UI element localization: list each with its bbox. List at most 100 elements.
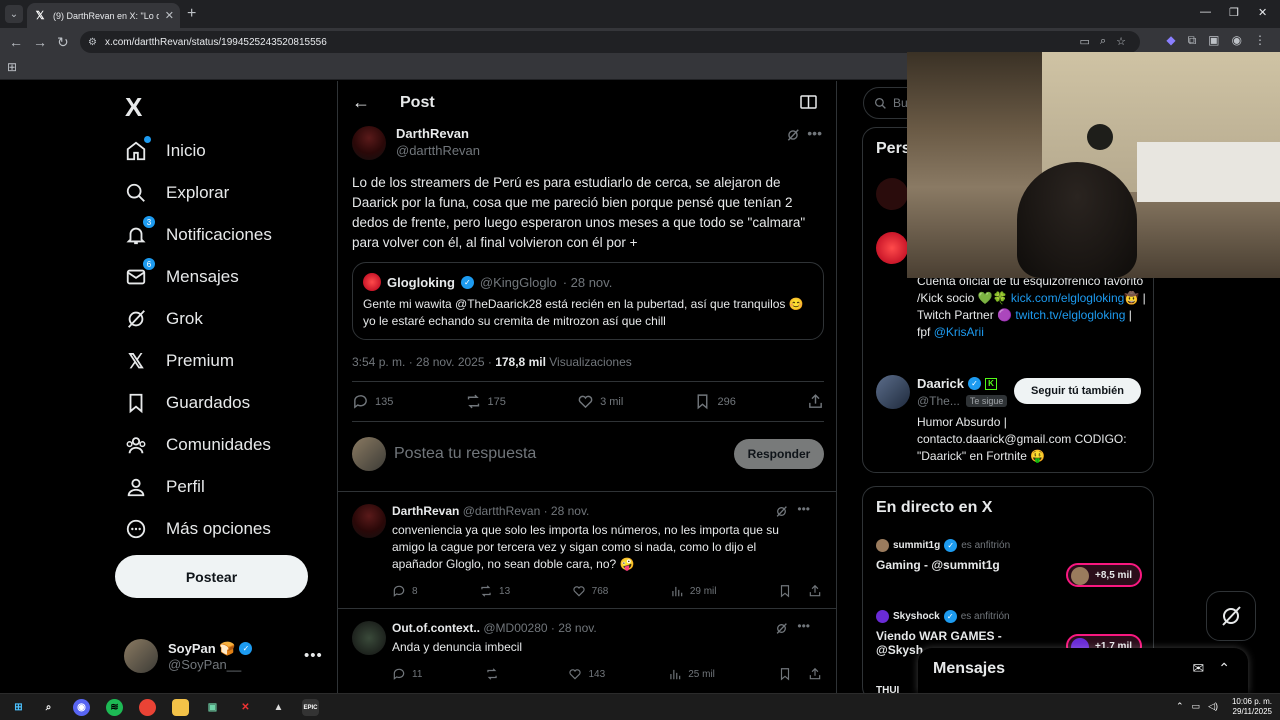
discord-icon[interactable]: ◉ [73,699,90,716]
site-info-icon[interactable]: ⚙ [88,37,97,48]
close-window-icon[interactable]: ✕ [1258,6,1267,19]
restore-icon[interactable]: ❐ [1229,6,1239,19]
app-icon[interactable]: ▲ [270,699,287,716]
sidebar-item-explorar[interactable]: Explorar [124,181,229,205]
epic-games-icon[interactable]: EPIC [302,699,319,716]
bio-link[interactable]: twitch.tv/elglogloking [1015,308,1125,322]
sidebar-item-mensajes[interactable]: 6 Mensajes [124,258,239,289]
follow-back-button[interactable]: Seguir tú también [1014,378,1141,404]
new-tab-button[interactable]: + [187,5,196,23]
sidebar-item-perfil[interactable]: Perfil [124,475,205,499]
post-button[interactable]: Postear [115,555,308,598]
bookmark-button[interactable]: 296 [694,393,736,410]
cast-icon[interactable]: ▭ [1080,35,1090,48]
repost-button[interactable]: 13 [479,584,510,598]
kebab-menu-icon[interactable]: ⋮ [1254,33,1266,48]
sidebar-icon[interactable]: ▣ [1208,33,1219,48]
live-listener-pill[interactable]: +8,5 mil [1066,563,1142,587]
reply-post[interactable]: DarthRevan @dartthRevan · 28 nov. ••• co… [352,502,824,604]
extension-icon[interactable]: ◆ [1166,33,1175,48]
more-options-icon[interactable]: ••• [807,125,822,141]
views-button[interactable]: 25 mil [668,667,715,681]
tab-close-icon[interactable]: ✕ [165,9,174,22]
avatar[interactable] [876,375,910,409]
search-icon[interactable]: ⌕ [40,699,57,716]
reply-submit-button[interactable]: Responder [734,439,824,469]
sidebar-item-notificaciones[interactable]: 3 Notificaciones [124,216,272,247]
like-button[interactable]: 768 [572,584,608,598]
os-taskbar: ⊞ ⌕ ◉ ≋ ▣ ✕ ▲ EPIC ⌃ ▭ ◁) 10:06 p. m. 29… [0,693,1280,720]
reply-post[interactable]: Out.of.context.. @MD00280 · 28 nov. ••• … [352,619,824,693]
sidebar-item-grok[interactable]: Grok [124,307,203,331]
repost-button[interactable] [485,667,505,681]
profile-icon[interactable]: ◉ [1232,33,1242,48]
grok-explain-icon[interactable] [786,128,800,142]
like-button[interactable]: 3 mil [577,393,623,410]
chrome-icon[interactable] [139,699,156,716]
reply-button[interactable]: 135 [352,393,393,410]
bio-link[interactable]: kick.com/elglogloking [1011,291,1124,305]
avatar[interactable] [876,232,908,264]
puzzle-icon[interactable]: ⧉ [1188,33,1197,48]
grok-explain-icon[interactable] [775,505,788,518]
more-options-icon[interactable]: ••• [797,502,810,516]
avatar[interactable] [352,621,386,655]
messages-drawer[interactable]: Mensajes ✉ ⌃ [918,648,1248,693]
reply-button[interactable]: 11 [392,667,422,681]
like-button[interactable]: 143 [568,667,605,681]
views-button[interactable]: 29 mil [670,584,717,598]
volume-icon[interactable]: ◁) [1208,701,1218,712]
bookmark-star-icon[interactable]: ☆ [1116,35,1126,48]
sidebar-item-inicio[interactable]: Inicio [124,136,206,163]
live-item[interactable]: summit1g ✓ es anfitrión Gaming - @summit… [876,539,1146,587]
spotify-icon[interactable]: ≋ [106,699,123,716]
reader-mode-icon[interactable] [800,95,817,109]
reply-button[interactable]: 8 [392,584,418,598]
reload-icon[interactable]: ↻ [57,34,69,51]
account-switcher[interactable]: SoyPan 🍞 ✓ @SoyPan__ [124,639,324,673]
system-clock[interactable]: 10:06 p. m. 29/11/2025 [1232,697,1272,717]
sidebar-item-premium[interactable]: 𝕏 Premium [124,349,234,373]
new-message-icon[interactable]: ✉ [1193,660,1205,677]
minimize-icon[interactable]: — [1200,6,1211,18]
apps-grid-icon[interactable]: ⊞ [7,60,17,74]
quote-author-handle: @KingGloglo [479,274,557,290]
browser-tab[interactable]: 𝕏 (9) DarthRevan en X: "Lo de los ✕ [27,3,180,28]
x-logo-icon[interactable]: X [125,92,142,123]
zoom-icon[interactable]: ⌕ [1100,35,1106,48]
share-icon [809,667,821,680]
avatar[interactable] [876,178,908,210]
account-more-icon[interactable]: ••• [304,647,323,664]
tab-search-icon[interactable]: ⌄ [5,5,23,23]
sidebar-item-comunidades[interactable]: Comunidades [124,433,271,457]
communities-icon [124,433,148,457]
grok-floating-button[interactable] [1206,591,1256,641]
sidebar-item-mas-opciones[interactable]: Más opciones [124,517,271,541]
reply-input[interactable]: Postea tu respuesta [394,445,734,463]
network-icon[interactable]: ▭ [1192,701,1201,712]
app-icon[interactable]: ✕ [237,699,254,716]
terminal-icon[interactable]: ▣ [204,699,221,716]
address-bar[interactable]: ⚙ x.com/dartthRevan/status/1994525243520… [80,31,1140,53]
folder-icon[interactable] [172,699,189,716]
tab-title: (9) DarthRevan en X: "Lo de los [53,10,159,21]
back-arrow-icon[interactable]: ← [352,92,370,113]
post-author[interactable]: DarthRevan @dartthRevan [352,126,480,160]
forward-icon[interactable]: → [33,34,47,50]
expand-icon[interactable]: ⌃ [1218,660,1230,677]
avatar[interactable] [352,126,386,160]
repost-button[interactable]: 175 [465,393,506,410]
more-options-icon[interactable]: ••• [797,619,810,633]
sidebar-item-guardados[interactable]: Guardados [124,391,250,415]
suggested-user[interactable]: Daarick ✓ K [917,376,997,391]
tray-expand-icon[interactable]: ⌃ [1176,701,1184,712]
back-icon[interactable]: ← [9,34,23,50]
omnibox-actions: ▭ ⌕ ☆ [1080,35,1126,48]
post-header: ← Post [352,92,435,113]
share-button[interactable] [807,393,824,410]
windows-start-icon[interactable]: ⊞ [10,699,27,716]
avatar[interactable] [352,504,386,538]
grok-explain-icon[interactable] [775,622,788,635]
bio-link[interactable]: @KrisArii [934,325,984,339]
quoted-post[interactable]: Glogloking ✓ @KingGloglo · 28 nov. Gente… [352,262,824,340]
